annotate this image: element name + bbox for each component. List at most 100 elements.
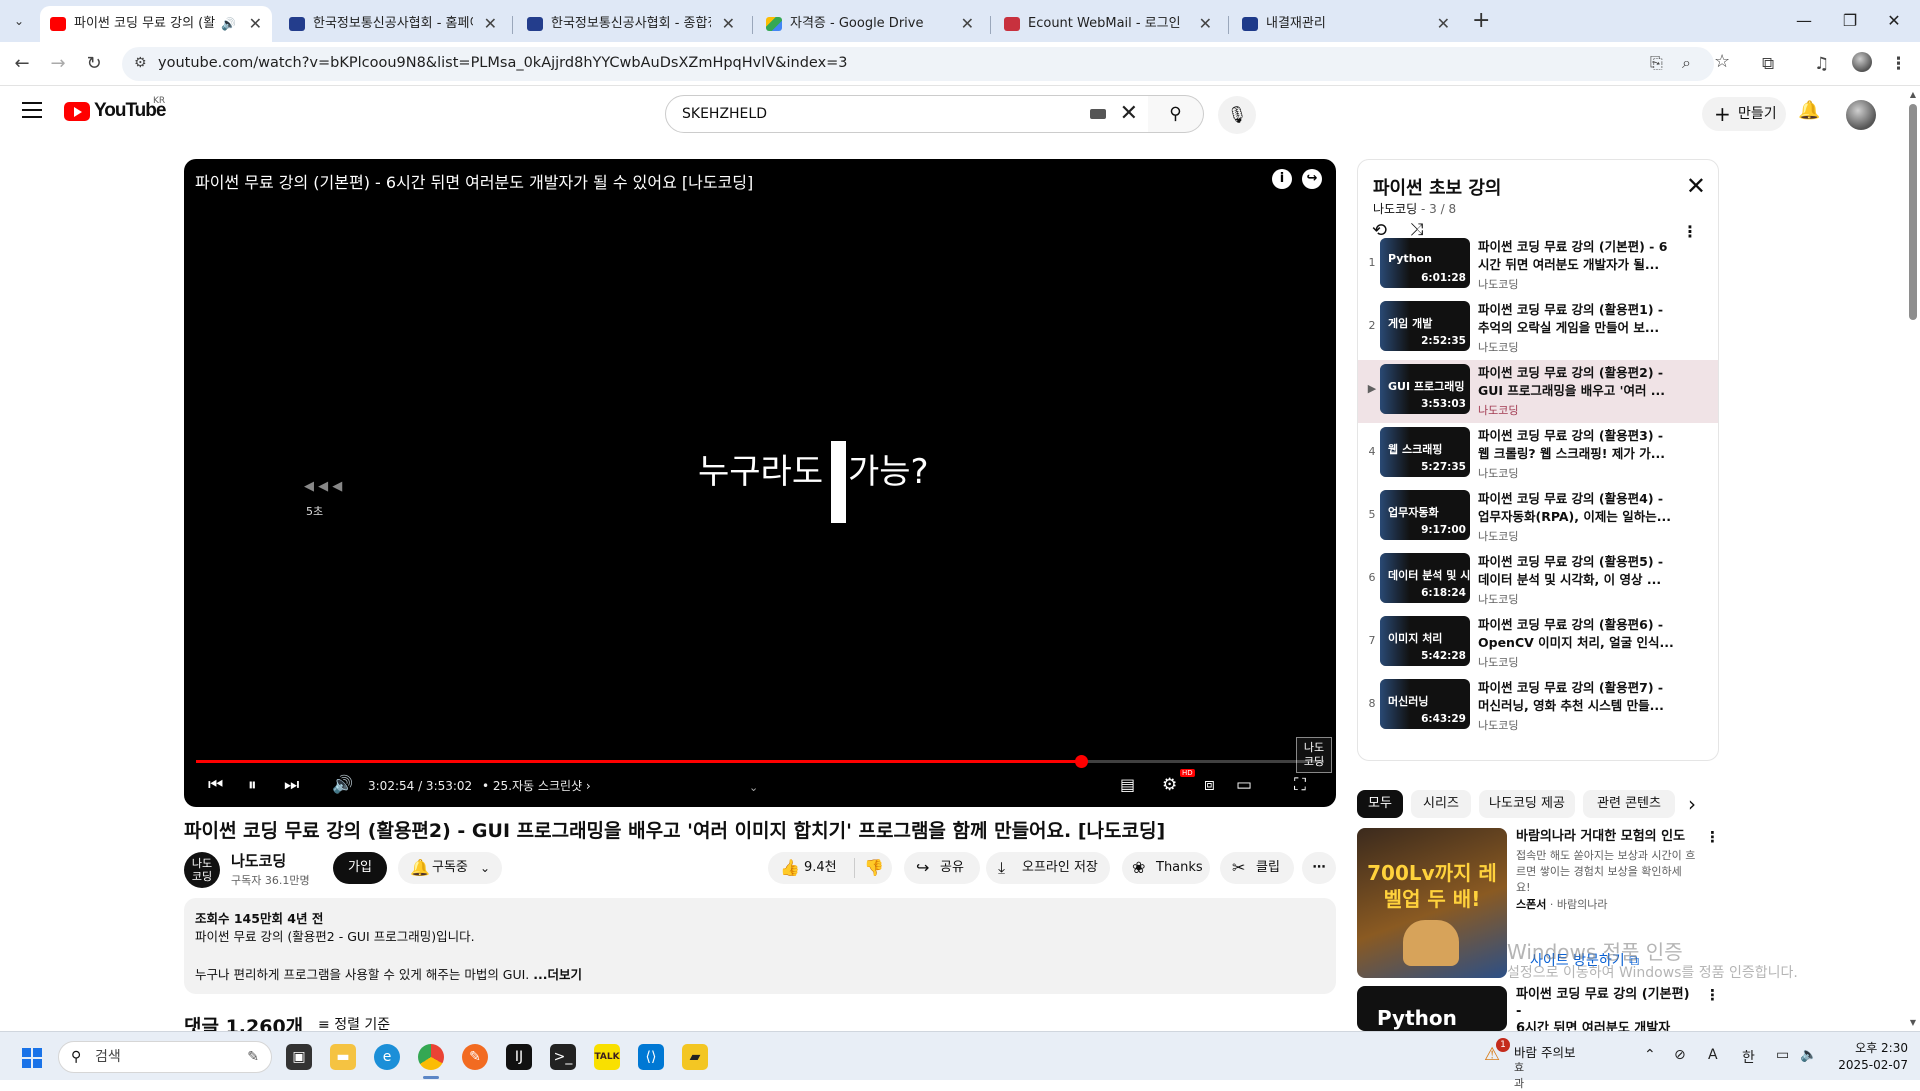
volume-icon[interactable]: 🔊 [332,775,353,795]
windows-start-icon[interactable] [22,1048,42,1068]
browser-menu-icon[interactable]: ⋮ [1890,54,1907,74]
thumbs-down-icon[interactable]: 👎 [864,852,884,884]
rec-menu-icon[interactable]: ⋮ [1705,986,1720,1004]
profile-avatar[interactable] [1852,52,1872,72]
install-app-icon[interactable]: ⎘ [1650,53,1663,73]
chip-from-channel[interactable]: 나도코딩 제공 [1479,790,1575,818]
playlist-item[interactable]: 5 업무자동화 9:17:00 파이썬 코딩 무료 강의 (활용편4) - 업무자동화(… [1358,486,1718,549]
playlist-item-thumbnail[interactable]: 머신러닝 6:43:29 [1380,679,1470,729]
file-explorer-icon[interactable]: ▬ [330,1044,356,1070]
close-tab-icon[interactable]: ✕ [484,6,497,42]
chip-all[interactable]: 모두 [1357,790,1403,818]
site-info-icon[interactable]: ⚙ [134,55,147,71]
search-input[interactable]: SKEHZHELD [682,106,767,122]
audio-icon[interactable]: 🔊 [221,6,236,42]
chip-related[interactable]: 관련 콘텐츠 [1583,790,1675,818]
tab-google-drive[interactable]: 자격증 - Google Drive ✕ [756,6,984,42]
miniplayer-icon[interactable]: ⧈ [1204,775,1215,795]
notifications-bell-icon[interactable]: 🔔 [1798,100,1820,121]
scroll-up-arrow-icon[interactable]: ▲ [1906,90,1920,99]
ime-mode-icon[interactable]: A [1708,1047,1718,1063]
scroll-down-arrow-icon[interactable]: ▼ [1906,1018,1920,1027]
search-box[interactable]: SKEHZHELD ✕ [665,95,1149,133]
address-bar[interactable]: ⚙ youtube.com/watch?v=bKPlcoou9N8&list=P… [122,47,1714,81]
account-avatar[interactable] [1846,100,1876,130]
task-view-icon[interactable]: ▣ [286,1044,312,1070]
share-overlay-icon[interactable]: ↪ [1302,169,1322,189]
guide-menu-icon[interactable] [22,102,42,118]
previous-video-icon[interactable]: ⏮ [208,775,223,795]
playlist-item-thumbnail[interactable]: 업무자동화 9:17:00 [1380,490,1470,540]
bookmark-star-icon[interactable]: ☆ [1714,51,1730,72]
tab-search-chevron-icon[interactable]: ⌄ [8,10,30,32]
url-text[interactable]: youtube.com/watch?v=bKPlcoou9N8&list=PLM… [158,55,848,71]
playlist-item[interactable]: 6 데이터 분석 및 시각화 6:18:24 파이썬 코딩 무료 강의 (활용편5) … [1358,549,1718,612]
voice-search-mic-icon[interactable]: 🎙 [1218,96,1256,134]
reload-icon[interactable]: ↻ [80,50,108,78]
terminal-icon[interactable]: >_ [550,1044,576,1070]
ad-thumbnail[interactable]: 700Lv까지 레벨업 두 배! [1357,828,1507,978]
close-tab-icon[interactable]: ✕ [1437,6,1450,42]
kakaotalk-icon[interactable]: TALK [594,1044,620,1070]
playlist-item-thumbnail[interactable]: 이미지 처리 5:42:28 [1380,616,1470,666]
close-tab-icon[interactable]: ✕ [1199,6,1212,42]
intellij-icon[interactable]: IJ [506,1044,532,1070]
progress-bar[interactable] [196,755,1324,768]
restore-window-icon[interactable]: ❐ [1830,6,1870,36]
tab-approval[interactable]: 내결재관리 ✕ [1232,6,1460,42]
playlist-item[interactable]: 2 게임 개발 2:52:35 파이썬 코딩 무료 강의 (활용편1) - 추억의 오락… [1358,297,1718,360]
zoom-icon[interactable]: ⌕ [1682,53,1691,73]
info-icon[interactable]: i [1272,169,1292,189]
download-button[interactable]: ⤓ 오프라인 저장 [986,852,1110,884]
create-button[interactable]: + 만들기 [1702,97,1786,131]
display-icon[interactable]: ▭ [1776,1047,1789,1063]
clear-search-icon[interactable]: ✕ [1120,101,1138,126]
taskbar-search[interactable]: ⚲ 검색 ✎ [58,1041,272,1073]
close-tab-icon[interactable]: ✕ [249,6,262,42]
chevron-right-icon[interactable]: › [1688,790,1696,818]
playlist-item-title[interactable]: 파이썬 코딩 무료 강의 (활용편5) - 데이터 분석 및 시각화, 이 영상 … [1478,553,1678,589]
playlist-item-title[interactable]: 파이썬 코딩 무료 강의 (활용편6) - OpenCV 이미지 처리, 얼굴 인… [1478,616,1678,652]
show-more-link[interactable]: ...더보기 [533,967,582,982]
tab-youtube[interactable]: 파이썬 코딩 무료 강의 (활용 🔊 ✕ [40,6,272,42]
chevron-down-icon[interactable]: ⌄ [749,781,758,794]
extensions-icon[interactable]: ⧉ [1762,54,1774,74]
subtitles-icon[interactable]: ▤ [1120,775,1135,794]
playlist-item-thumbnail[interactable]: GUI 프로그래밍 3:53:03 [1380,364,1470,414]
settings-gear-icon[interactable]: ⚙ [1162,775,1177,795]
channel-avatar[interactable]: 나도 코딩 [184,852,220,888]
theater-mode-icon[interactable]: ▭ [1236,775,1252,795]
chapter-chevron-icon[interactable]: › [586,779,591,793]
system-clock[interactable]: 오후 2:30 2025-02-07 [1838,1040,1908,1074]
minimize-window-icon[interactable]: — [1784,6,1824,36]
description-box[interactable]: 조회수 145만회 4년 전 파이썬 무료 강의 (활용편2 - GUI 프로그… [184,898,1336,994]
scrollbar-thumb[interactable] [1909,104,1917,320]
sticky-notes-icon[interactable]: ▰ [682,1044,708,1070]
playlist-item[interactable]: 4 웹 스크래핑 5:27:35 파이썬 코딩 무료 강의 (활용편3) - 웹 크롤링… [1358,423,1718,486]
close-tab-icon[interactable]: ✕ [722,6,735,42]
more-actions-icon[interactable]: ⋯ [1302,852,1336,884]
ad-menu-icon[interactable]: ⋮ [1705,828,1720,846]
playlist-item-title[interactable]: 파이썬 코딩 무료 강의 (활용편7) - 머신러닝, 영화 추천 시스템 만들.… [1478,679,1678,715]
playlist-item-title[interactable]: 파이썬 코딩 무료 강의 (활용편2) - GUI 프로그래밍을 배우고 '여러 … [1478,364,1678,400]
channel-watermark[interactable]: 나도 코딩 [1296,737,1332,773]
thumbs-up-icon[interactable]: 👍 [780,852,800,884]
join-button[interactable]: 가입 [333,852,387,884]
next-video-icon[interactable]: ⏭ [284,775,299,795]
network-icon[interactable]: ⊘ [1674,1047,1686,1063]
player-overlay-title[interactable]: 파이썬 무료 강의 (기본편) - 6시간 뒤면 여러분도 개발자가 될 수 있… [195,169,753,193]
edge-browser-icon[interactable]: e [374,1044,400,1070]
pause-icon[interactable]: ⏸ [248,775,257,795]
playlist-channel[interactable]: 나도코딩 [1373,202,1417,216]
close-window-icon[interactable]: ✕ [1874,6,1914,36]
ime-language[interactable]: 한 [1742,1047,1755,1067]
playlist-item[interactable]: 7 이미지 처리 5:42:28 파이썬 코딩 무료 강의 (활용편6) - OpenC… [1358,612,1718,675]
video-thumbnail[interactable]: Python [1357,986,1507,1031]
speaker-icon[interactable]: 🔈 [1800,1047,1817,1063]
subscribed-button[interactable]: 🔔 구독중 ⌄ [398,852,502,884]
close-tab-icon[interactable]: ✕ [961,6,974,42]
playlist-item-thumbnail[interactable]: 웹 스크래핑 5:27:35 [1380,427,1470,477]
playlist-item-thumbnail[interactable]: 데이터 분석 및 시각화 6:18:24 [1380,553,1470,603]
playlist-title[interactable]: 파이썬 초보 강의 [1373,174,1501,200]
search-button[interactable]: ⚲ [1148,95,1204,133]
